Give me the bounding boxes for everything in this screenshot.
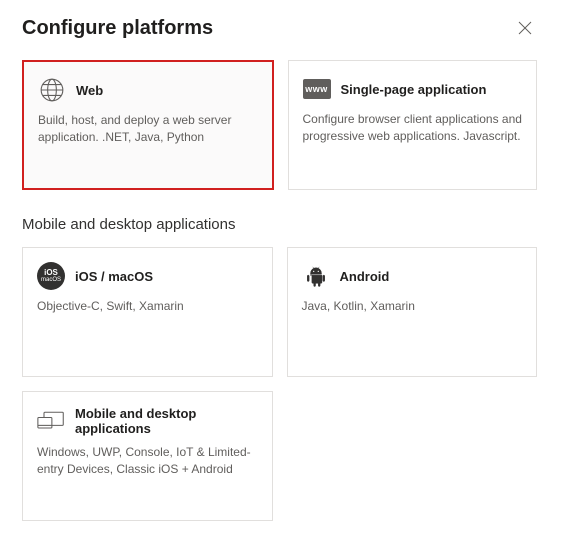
card-description: Build, host, and deploy a web server app… — [38, 112, 258, 146]
platform-card-desktop[interactable]: Mobile and desktop applications Windows,… — [22, 391, 273, 521]
platform-card-android[interactable]: Android Java, Kotlin, Xamarin — [287, 247, 538, 377]
panel-header: Configure platforms — [0, 0, 561, 46]
card-title: Android — [340, 269, 390, 284]
spa-icon: www — [303, 75, 331, 103]
globe-icon — [38, 76, 66, 104]
android-icon — [302, 262, 330, 290]
platform-card-ios[interactable]: iOS macOS iOS / macOS Objective-C, Swift… — [22, 247, 273, 377]
card-description: Java, Kotlin, Xamarin — [302, 298, 523, 315]
mobile-platforms-row-1: iOS macOS iOS / macOS Objective-C, Swift… — [22, 247, 537, 377]
close-icon — [518, 21, 532, 35]
apple-icon: iOS macOS — [37, 262, 65, 290]
card-description: Objective-C, Swift, Xamarin — [37, 298, 258, 315]
page-title: Configure platforms — [22, 17, 213, 40]
card-description: Configure browser client applications an… — [303, 111, 523, 145]
desktop-icon — [37, 407, 65, 435]
card-title: Mobile and desktop applications — [75, 406, 258, 436]
card-title: Single-page application — [341, 82, 487, 97]
platform-card-web[interactable]: Web Build, host, and deploy a web server… — [22, 60, 274, 190]
platform-card-spa[interactable]: www Single-page application Configure br… — [288, 60, 538, 190]
web-platforms-row: Web Build, host, and deploy a web server… — [22, 60, 537, 190]
card-description: Windows, UWP, Console, IoT & Limited-ent… — [37, 444, 258, 478]
mobile-platforms-row-2: Mobile and desktop applications Windows,… — [22, 391, 537, 521]
section-heading-mobile: Mobile and desktop applications — [22, 216, 537, 233]
card-title: iOS / macOS — [75, 269, 153, 284]
card-title: Web — [76, 83, 103, 98]
close-button[interactable] — [511, 14, 539, 42]
scroll-area[interactable]: Web Build, host, and deploy a web server… — [0, 48, 545, 541]
